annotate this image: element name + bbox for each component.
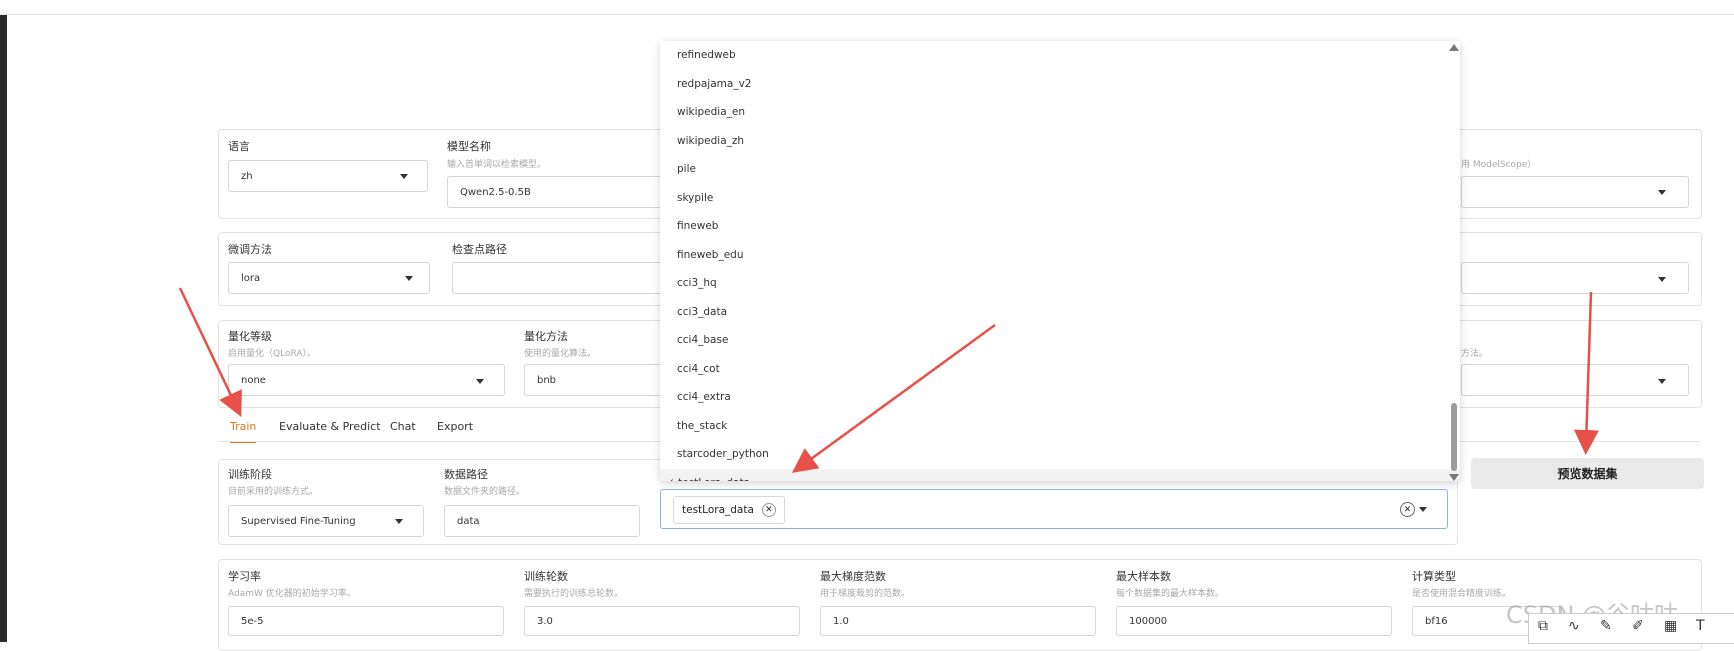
- mosaic-icon[interactable]: ▦: [1664, 618, 1677, 634]
- lr-hint: AdamW 优化器的初始学习率。: [228, 589, 356, 599]
- tab-evaluate-predict[interactable]: Evaluate & Predict: [279, 420, 381, 433]
- hyperparam-panel: [218, 559, 1702, 651]
- quant-label: 量化等级: [228, 330, 272, 343]
- rope-select[interactable]: [1461, 364, 1689, 396]
- dropdown-item[interactable]: the_stack: [660, 412, 1460, 441]
- lr-label: 学习率: [228, 570, 261, 583]
- epochs-value: 3.0: [537, 615, 553, 627]
- dropdown-item[interactable]: ✓ testLora_data: [660, 468, 1460, 481]
- max-samples-value: 100000: [1129, 615, 1168, 627]
- highlighter-icon[interactable]: ✐: [1632, 618, 1644, 634]
- scroll-thumb[interactable]: [1451, 403, 1457, 471]
- epochs-hint: 需要执行的训练总轮数。: [524, 589, 624, 599]
- dropdown-list: refinedweb redpajama_v2 wikipedia_en wikipe…: [660, 41, 1460, 481]
- rope-hint: 方法。: [1461, 349, 1489, 359]
- model-source-hint: 用 ModelScope）: [1461, 160, 1537, 170]
- model-value: Qwen2.5-0.5B: [460, 186, 531, 198]
- dropdown-item[interactable]: redpajama_v2: [660, 70, 1460, 99]
- chevron-down-icon: [1658, 277, 1666, 282]
- checkpoint-right-select[interactable]: [1461, 262, 1689, 294]
- quant-hint: 启用量化（QLoRA）。: [228, 349, 316, 359]
- chevron-down-icon: [1658, 190, 1666, 195]
- tab-train[interactable]: Train: [230, 420, 257, 443]
- dropdown-scrollbar[interactable]: [1449, 44, 1459, 481]
- dropdown-item[interactable]: refinedweb: [660, 41, 1460, 70]
- model-label: 模型名称: [447, 140, 491, 153]
- data-dir-hint: 数据文件夹的路径。: [444, 487, 526, 497]
- stage-value: Supervised Fine-Tuning: [241, 515, 356, 527]
- grad-norm-hint: 用于梯度裁剪的范数。: [820, 589, 911, 599]
- dropdown-item[interactable]: pile: [660, 155, 1460, 184]
- checkpoint-label: 检查点路径: [452, 243, 507, 256]
- quant-method-select[interactable]: bnb: [524, 364, 667, 396]
- curve-icon[interactable]: ∿: [1568, 618, 1580, 634]
- lr-value: 5e-5: [241, 615, 264, 627]
- dropdown-item[interactable]: cci4_cot: [660, 355, 1460, 384]
- dropdown-item[interactable]: fineweb: [660, 212, 1460, 241]
- dropdown-item[interactable]: fineweb_edu: [660, 241, 1460, 270]
- chevron-down-icon: [395, 519, 403, 524]
- data-dir-value: data: [457, 515, 480, 527]
- stage-hint: 目前采用的训练方式。: [228, 487, 319, 497]
- dropdown-item[interactable]: cci4_extra: [660, 383, 1460, 412]
- compute-type-hint: 是否使用混合精度训练。: [1412, 589, 1512, 599]
- quant-method-value: bnb: [537, 374, 557, 386]
- quant-value: none: [241, 374, 266, 386]
- lang-value: zh: [241, 170, 253, 182]
- tab-chat[interactable]: Chat: [390, 420, 416, 433]
- tab-export[interactable]: Export: [437, 420, 473, 433]
- window-edge: [0, 0, 7, 642]
- chevron-down-icon: [400, 174, 408, 179]
- grad-norm-label: 最大梯度范数: [820, 570, 886, 583]
- stage-label: 训练阶段: [228, 468, 272, 481]
- model-source-select[interactable]: [1461, 176, 1689, 208]
- dropdown-item[interactable]: wikipedia_en: [660, 98, 1460, 127]
- grad-norm-value: 1.0: [833, 615, 849, 627]
- model-hint: 输入首单词以检索模型。: [447, 160, 547, 170]
- lr-input[interactable]: 5e-5: [228, 606, 504, 636]
- dropdown-item[interactable]: starcoder_python: [660, 440, 1460, 469]
- dataset-chip-label: testLora_data: [682, 504, 754, 516]
- dataset-chip[interactable]: testLora_data ✕: [673, 496, 785, 524]
- chevron-down-icon: [1658, 379, 1666, 384]
- checkpoint-select[interactable]: [452, 262, 667, 294]
- max-samples-label: 最大样本数: [1116, 570, 1171, 583]
- max-samples-hint: 每个数据集的最大样本数。: [1116, 589, 1225, 599]
- text-icon[interactable]: T: [1696, 618, 1705, 634]
- lang-select[interactable]: zh: [228, 160, 428, 192]
- pen-icon[interactable]: ✎: [1600, 618, 1612, 634]
- quant-method-label: 量化方法: [524, 330, 568, 343]
- epochs-input[interactable]: 3.0: [524, 606, 800, 636]
- dropdown-item[interactable]: cci3_hq: [660, 269, 1460, 298]
- clear-icon[interactable]: ✕: [1400, 502, 1415, 517]
- dataset-dropdown: refinedweb redpajama_v2 wikipedia_en wikipe…: [660, 41, 1460, 481]
- data-dir-input[interactable]: data: [444, 505, 640, 537]
- finetune-label: 微调方法: [228, 243, 272, 256]
- model-input[interactable]: Qwen2.5-0.5B: [447, 176, 667, 208]
- compute-type-label: 计算类型: [1412, 570, 1456, 583]
- max-samples-input[interactable]: 100000: [1116, 606, 1392, 636]
- dropdown-item[interactable]: wikipedia_zh: [660, 127, 1460, 156]
- bookmarks-bar: [0, 0, 1734, 15]
- compute-type-value: bf16: [1425, 615, 1448, 627]
- preview-dataset-button[interactable]: 预览数据集: [1471, 458, 1704, 489]
- scroll-down-icon[interactable]: [1449, 474, 1459, 481]
- remove-chip-icon[interactable]: ✕: [761, 503, 776, 517]
- data-dir-label: 数据路径: [444, 468, 488, 481]
- grad-norm-input[interactable]: 1.0: [820, 606, 1096, 636]
- chevron-down-icon[interactable]: [1419, 507, 1427, 512]
- finetune-value: lora: [241, 272, 261, 284]
- chevron-down-icon: [405, 276, 413, 281]
- quant-select[interactable]: none: [228, 364, 505, 396]
- epochs-label: 训练轮数: [524, 570, 568, 583]
- lang-label: 语言: [228, 140, 250, 153]
- dropdown-item[interactable]: cci4_base: [660, 326, 1460, 355]
- crop-icon[interactable]: ⧉: [1538, 618, 1548, 634]
- dropdown-item[interactable]: skypile: [660, 184, 1460, 213]
- finetune-select[interactable]: lora: [228, 262, 430, 294]
- quant-method-hint: 使用的量化算法。: [524, 349, 597, 359]
- chevron-down-icon: [476, 379, 484, 384]
- scroll-up-icon[interactable]: [1449, 44, 1459, 51]
- dropdown-item[interactable]: cci3_data: [660, 298, 1460, 327]
